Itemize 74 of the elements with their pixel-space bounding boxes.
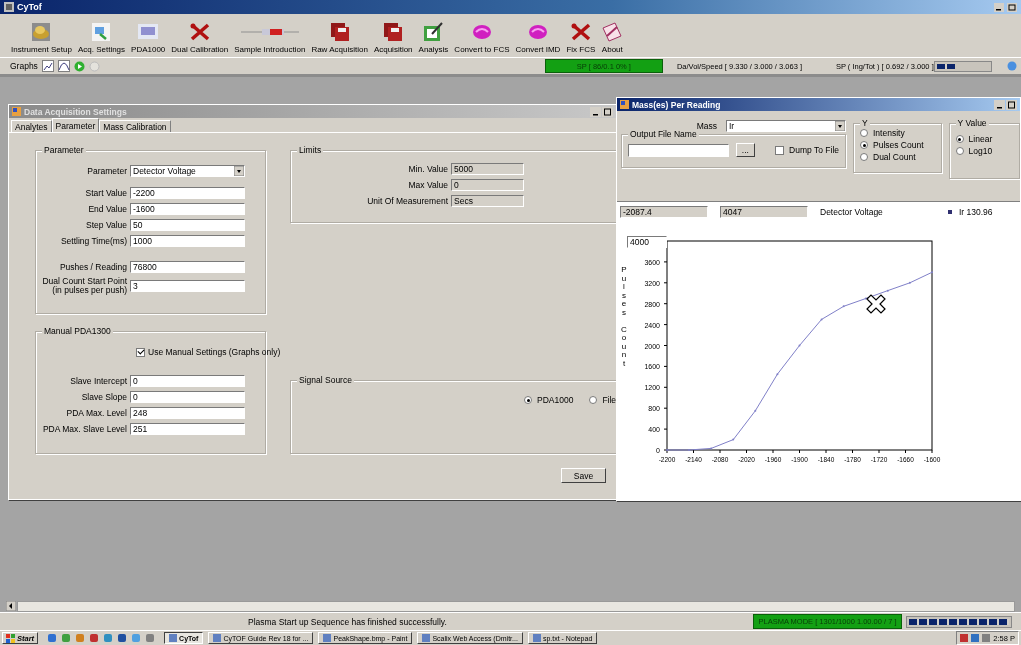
- window-title: CyTof: [17, 2, 42, 12]
- input-field[interactable]: -1600: [130, 203, 245, 215]
- checkbox-label: Use Manual Settings (Graphs only): [148, 347, 281, 357]
- readonly-field: -2087.4: [620, 206, 708, 218]
- toolbar-button[interactable]: Dual Calibration: [168, 22, 232, 54]
- radio-button[interactable]: Linear: [955, 134, 993, 144]
- readonly-field: 4047: [720, 206, 808, 218]
- input-field[interactable]: 0: [130, 375, 245, 387]
- toolbar-button[interactable]: Convert IMD: [512, 22, 564, 54]
- radio-button[interactable]: Log10: [955, 146, 993, 156]
- parameter-label: Detector Voltage: [820, 207, 884, 217]
- toolbar-button[interactable]: Acquisition: [370, 22, 416, 54]
- toolbar-button[interactable]: Convert to FCS: [451, 22, 513, 54]
- field-label: Start Value: [84, 188, 127, 198]
- field-label: Pushes / Reading: [58, 262, 127, 272]
- window-title: Mass(es) Per Reading: [632, 99, 722, 110]
- input-field[interactable]: 248: [130, 407, 245, 419]
- axis-label: Pulses Count: [621, 265, 627, 368]
- radio-button[interactable]: Intensity: [860, 128, 905, 138]
- toolbar-button[interactable]: PDA1000: [128, 22, 169, 54]
- field-label: Unit Of Measurement: [366, 196, 448, 206]
- input-field[interactable]: 1000: [130, 235, 245, 247]
- toolbar-button[interactable]: About: [598, 22, 627, 54]
- toolbar-button[interactable]: Acq. Settings: [74, 22, 129, 54]
- radio-button[interactable]: Dual Count: [860, 152, 916, 162]
- input-field[interactable]: 50: [130, 219, 245, 231]
- input-field[interactable]: 251: [130, 423, 245, 435]
- field-label: Step Value: [85, 220, 127, 230]
- group-title: Y: [860, 118, 870, 128]
- input-field[interactable]: 4000: [627, 236, 667, 248]
- tab[interactable]: Parameter: [51, 118, 100, 132]
- readonly-field: Secs: [451, 195, 524, 207]
- toolbar-button[interactable]: Sample Introduction: [231, 22, 309, 54]
- toolbar-button[interactable]: Instrument Setup: [8, 22, 75, 54]
- toolbar-button[interactable]: Analysis: [415, 22, 452, 54]
- dropdown[interactable]: Detector Voltage: [130, 165, 245, 177]
- field-label: PDA Max. Level: [65, 408, 127, 418]
- input-field[interactable]: 0: [130, 391, 245, 403]
- input-field[interactable]: -2200: [130, 187, 245, 199]
- toolbar-button[interactable]: Fix FCS: [563, 22, 599, 54]
- input-field[interactable]: 76800: [130, 261, 245, 273]
- browse-button[interactable]: ...: [735, 143, 756, 157]
- field-label: Mass: [696, 121, 717, 131]
- radio-button[interactable]: Pulses Count: [860, 140, 924, 150]
- field-label: Slave Slope: [80, 392, 127, 402]
- field-label: Settling Time(ms): [59, 236, 127, 246]
- group-title: Manual PDA1300: [42, 326, 113, 336]
- field-label: End Value: [87, 204, 127, 214]
- radio-button[interactable]: File: [589, 395, 616, 405]
- legend-label: Ir 130.96: [959, 207, 993, 217]
- toolbar-label: Graphs: [10, 61, 38, 71]
- status-message: Plasma Start up Sequence has finished successfully.: [248, 616, 448, 627]
- field-label: Parameter: [86, 166, 127, 176]
- window-title: Data Acquisition Settings: [24, 106, 128, 117]
- field-label: PDA Max. Slave Level: [42, 424, 127, 434]
- toolbar-button[interactable]: Raw Acquisition: [308, 22, 371, 54]
- dropdown[interactable]: Ir: [726, 120, 846, 132]
- group-title: Limits: [297, 145, 324, 155]
- input-field[interactable]: 3: [130, 279, 245, 292]
- readonly-field: 5000: [451, 163, 524, 175]
- field-label: Max Value: [407, 180, 448, 190]
- group-title: Y Value: [955, 118, 989, 128]
- field-label: Min. Value: [407, 164, 448, 174]
- group-title: Parameter: [42, 145, 86, 155]
- tab[interactable]: Mass Calibration: [99, 120, 171, 132]
- group-title: Output File Name: [628, 129, 699, 139]
- readonly-field: 0: [451, 179, 524, 191]
- field-label: Slave Intercept: [69, 376, 127, 386]
- tab[interactable]: Analytes: [11, 120, 52, 132]
- radio-button[interactable]: PDA1000: [524, 395, 574, 405]
- checkbox-label: Dump To File: [789, 145, 839, 155]
- group-title: Signal Source: [297, 375, 354, 385]
- save-button[interactable]: Save: [561, 468, 606, 483]
- field-label: Dual Count Start Point (in pulses per push): [42, 277, 127, 295]
